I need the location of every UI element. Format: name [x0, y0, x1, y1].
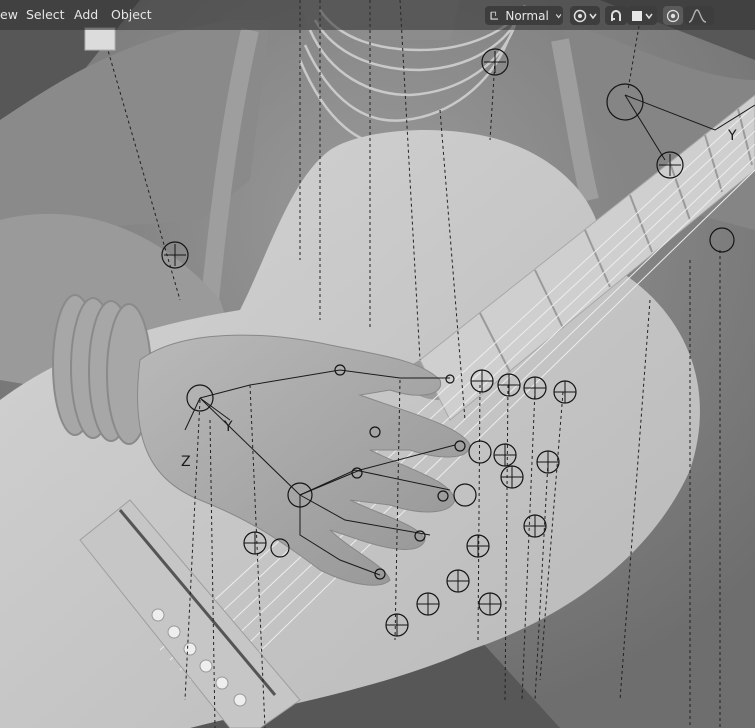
snap-toggle[interactable]	[605, 6, 627, 25]
proportional-edit-icon	[666, 9, 680, 22]
orientation-label: Normal	[505, 8, 549, 23]
axis-label-y-shoulder: Y	[727, 128, 737, 144]
menu-object[interactable]: Object	[111, 7, 152, 22]
axis-label-y-hand: Y	[223, 419, 233, 435]
falloff-curve-icon	[688, 8, 707, 23]
falloff-dropdown[interactable]	[684, 6, 714, 25]
menu-select[interactable]: Select	[26, 7, 65, 22]
snap-target-square-icon	[632, 10, 642, 21]
axis-label-z-hand: Z	[181, 454, 191, 470]
viewport-header: ew Select Add Object Normal	[0, 0, 755, 30]
chevron-down-icon	[555, 13, 562, 18]
menu-add[interactable]: Add	[74, 7, 98, 22]
pivot-point-dropdown[interactable]	[570, 6, 600, 25]
3d-viewport[interactable]: Y Z Y ew Select Add Object Normal	[0, 0, 755, 728]
orientation-icon	[490, 11, 498, 20]
viewport-bottom-shadow	[0, 700, 755, 728]
chevron-down-icon	[645, 13, 653, 19]
snap-target-dropdown[interactable]	[627, 6, 657, 25]
scene-render[interactable]: Y Z Y	[0, 0, 755, 728]
transform-orientation-dropdown[interactable]: Normal	[485, 6, 563, 25]
chevron-down-icon	[589, 13, 597, 19]
snap-magnet-icon	[611, 9, 621, 21]
bracelets	[52, 294, 152, 445]
light-gizmo	[84, 27, 116, 51]
pivot-point-icon	[573, 9, 587, 22]
proportional-edit-toggle[interactable]	[663, 6, 683, 25]
menu-view[interactable]: ew	[0, 7, 18, 22]
